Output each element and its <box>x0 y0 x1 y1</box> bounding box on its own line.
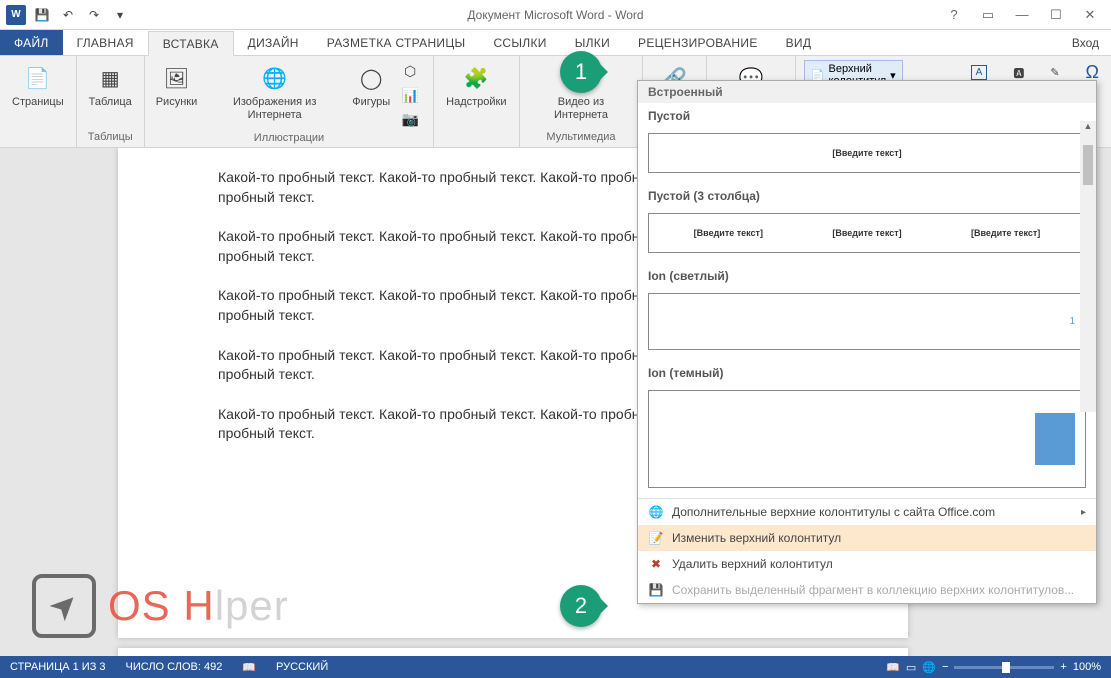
view-read-icon[interactable]: 📖 <box>886 661 900 674</box>
online-pictures-icon: 🌐 <box>259 62 291 94</box>
tab-home[interactable]: ГЛАВНАЯ <box>63 30 148 55</box>
dropdown-item-delete-header[interactable]: ✖ Удалить верхний колонтитул <box>638 551 1096 577</box>
table-button[interactable]: ▦ Таблица <box>85 60 136 111</box>
chevron-right-icon: ▸ <box>1081 507 1086 518</box>
zoom-in-icon[interactable]: + <box>1060 661 1066 673</box>
ribbon-group-illustrations: 🖼 Рисунки 🌐 Изображения из Интернета ◯ Ф… <box>145 56 434 147</box>
gallery-item-ion-dark-label: Ion (темный) <box>638 360 1096 386</box>
qat-dropdown-icon[interactable]: ▾ <box>108 3 132 27</box>
dropdown-item-more-office[interactable]: 🌐 Дополнительные верхние колонтитулы с с… <box>638 499 1096 525</box>
dropdown-item-edit-header[interactable]: 📝 Изменить верхний колонтитул <box>638 525 1096 551</box>
status-language[interactable]: РУССКИЙ <box>266 661 338 673</box>
header-gallery-dropdown: Встроенный Пустой [Введите текст] Пустой… <box>637 80 1097 604</box>
illustrations-small-buttons: ⬡ 📊 📷 <box>397 60 425 130</box>
addins-button[interactable]: 🧩 Надстройки <box>442 60 510 111</box>
tab-review[interactable]: РЕЦЕНЗИРОВАНИЕ <box>624 30 772 55</box>
window-controls: ? ▭ — ☐ ✕ <box>941 5 1111 25</box>
sign-in-link[interactable]: Вход <box>1072 30 1111 55</box>
gallery-item-blank[interactable]: [Введите текст] <box>648 133 1086 173</box>
status-bar: СТРАНИЦА 1 ИЗ 3 ЧИСЛО СЛОВ: 492 📖 РУССКИ… <box>0 656 1111 678</box>
gallery-item-ion-light-label: Ion (светлый) <box>638 263 1096 289</box>
zoom-slider-thumb[interactable] <box>1002 662 1010 673</box>
shapes-button[interactable]: ◯ Фигуры <box>349 60 393 130</box>
delete-header-icon: ✖ <box>648 556 664 572</box>
tab-design[interactable]: ДИЗАЙН <box>234 30 313 55</box>
window-title: Документ Microsoft Word - Word <box>467 8 643 22</box>
dropdown-section-builtin: Встроенный <box>638 81 1096 103</box>
view-print-icon[interactable]: ▭ <box>906 661 916 674</box>
callout-1: 1 <box>560 51 602 93</box>
tab-layout[interactable]: РАЗМЕТКА СТРАНИЦЫ <box>313 30 480 55</box>
maximize-icon[interactable]: ☐ <box>1043 5 1069 25</box>
zoom-slider[interactable] <box>954 666 1054 669</box>
undo-icon[interactable]: ↶ <box>56 3 80 27</box>
pictures-button[interactable]: 🖼 Рисунки <box>153 60 200 130</box>
dropdown-scrollbar[interactable]: ▲ <box>1080 121 1096 412</box>
callout-2: 2 <box>560 585 602 627</box>
smartart-button[interactable]: ⬡ <box>397 60 425 82</box>
signature-icon: ✎ <box>1050 66 1059 79</box>
tab-file[interactable]: ФАЙЛ <box>0 30 63 55</box>
smartart-icon: ⬡ <box>401 62 419 80</box>
document-page[interactable]: Какой-то пробный текст. Какой-то пробный… <box>118 648 908 656</box>
pages-button[interactable]: 📄 Страницы <box>8 60 68 111</box>
ribbon-group-tables: ▦ Таблица Таблицы <box>77 56 145 147</box>
word-app-icon[interactable]: W <box>4 3 28 27</box>
pictures-icon: 🖼 <box>160 62 192 94</box>
view-web-icon[interactable]: 🌐 <box>922 661 936 674</box>
zoom-level[interactable]: 100% <box>1073 661 1101 673</box>
ribbon-group-pages: 📄 Страницы <box>0 56 77 147</box>
watermark-logo: ➤ OS Hlper <box>32 574 289 638</box>
chart-icon: 📊 <box>401 86 419 104</box>
gallery-item-blank-label: Пустой <box>638 103 1096 129</box>
tab-insert[interactable]: ВСТАВКА <box>148 31 234 56</box>
wordart-icon: 🅰 <box>1013 65 1024 81</box>
online-pictures-button[interactable]: 🌐 Изображения из Интернета <box>204 60 345 130</box>
gallery-item-blank3-label: Пустой (3 столбца) <box>638 183 1096 209</box>
status-proofing-icon[interactable]: 📖 <box>232 661 266 674</box>
ribbon-tabs: ФАЙЛ ГЛАВНАЯ ВСТАВКА ДИЗАЙН РАЗМЕТКА СТР… <box>0 30 1111 56</box>
gallery-item-ion-dark[interactable] <box>648 390 1086 488</box>
gallery-item-blank3[interactable]: [Введите текст] [Введите текст] [Введите… <box>648 213 1086 253</box>
dropdown-item-save-selection: 💾 Сохранить выделенный фрагмент в коллек… <box>638 577 1096 603</box>
tab-references[interactable]: ССЫЛКИ <box>479 30 560 55</box>
watermark-text: OS Hlper <box>108 582 289 630</box>
status-word-count[interactable]: ЧИСЛО СЛОВ: 492 <box>116 661 233 673</box>
minimize-icon[interactable]: — <box>1009 5 1035 25</box>
edit-header-icon: 📝 <box>648 530 664 546</box>
save-icon[interactable]: 💾 <box>30 3 54 27</box>
gallery-item-ion-light[interactable]: 1 <box>648 293 1086 350</box>
ribbon-group-addins: 🧩 Надстройки <box>434 56 519 147</box>
help-icon[interactable]: ? <box>941 5 967 25</box>
shapes-icon: ◯ <box>355 62 387 94</box>
save-selection-icon: 💾 <box>648 582 664 598</box>
chart-button[interactable]: 📊 <box>397 84 425 106</box>
table-icon: ▦ <box>94 62 126 94</box>
tab-view[interactable]: ВИД <box>772 30 826 55</box>
title-bar: W 💾 ↶ ↷ ▾ Документ Microsoft Word - Word… <box>0 0 1111 30</box>
close-icon[interactable]: ✕ <box>1077 5 1103 25</box>
cursor-box-icon: ➤ <box>32 574 96 638</box>
zoom-out-icon[interactable]: − <box>942 661 948 673</box>
addins-icon: 🧩 <box>460 62 492 94</box>
redo-icon[interactable]: ↷ <box>82 3 106 27</box>
status-page[interactable]: СТРАНИЦА 1 ИЗ 3 <box>0 661 116 673</box>
scrollbar-thumb[interactable] <box>1083 145 1093 185</box>
office-icon: 🌐 <box>648 504 664 520</box>
page-icon: 📄 <box>22 62 54 94</box>
screenshot-icon: 📷 <box>401 110 419 128</box>
dropdown-footer: 🌐 Дополнительные верхние колонтитулы с с… <box>638 498 1096 603</box>
screenshot-button[interactable]: 📷 <box>397 108 425 130</box>
ion-dark-block <box>1035 413 1075 465</box>
quick-access-toolbar: W 💾 ↶ ↷ ▾ <box>0 3 132 27</box>
ribbon-options-icon[interactable]: ▭ <box>975 5 1001 25</box>
